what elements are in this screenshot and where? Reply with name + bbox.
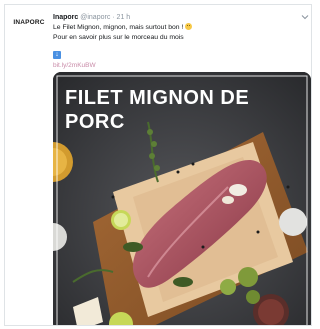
tweet-content: Inaporc @inaporc · 21 h Le Filet Mignon,… (53, 13, 305, 71)
tweet-line1: Le Filet Mignon, mignon, mais surtout bo… (53, 24, 184, 31)
tweet-text-line-1: Le Filet Mignon, mignon, mais surtout bo… (53, 23, 305, 33)
media-title: FILET MIGNON DE PORC (65, 86, 303, 134)
handle[interactable]: @inaporc (80, 14, 110, 21)
media-title-line-2: PORC (65, 111, 125, 133)
avatar[interactable]: INAPORC (11, 15, 47, 29)
avatar-logo-text: INAPORC (13, 18, 45, 26)
arrow-row: ↓ (53, 43, 305, 61)
smiling-face-icon (185, 23, 193, 30)
timestamp[interactable]: · 21 h (112, 14, 130, 21)
media-title-line-1: FILET MIGNON DE (65, 87, 250, 109)
tweet-line2: Pour en savoir plus sur le morceau du mo… (53, 34, 184, 41)
tweet-link[interactable]: bit.ly/2mKuBW (53, 61, 305, 71)
tweet-header: Inaporc @inaporc · 21 h (53, 13, 305, 23)
down-arrow-icon: ↓ (53, 51, 61, 59)
tweet-media-image[interactable]: FILET MIGNON DE PORC (53, 72, 311, 325)
tweet-card[interactable]: INAPORC Inaporc @inaporc · 21 h Le Filet… (4, 4, 312, 326)
display-name[interactable]: Inaporc (53, 14, 78, 21)
